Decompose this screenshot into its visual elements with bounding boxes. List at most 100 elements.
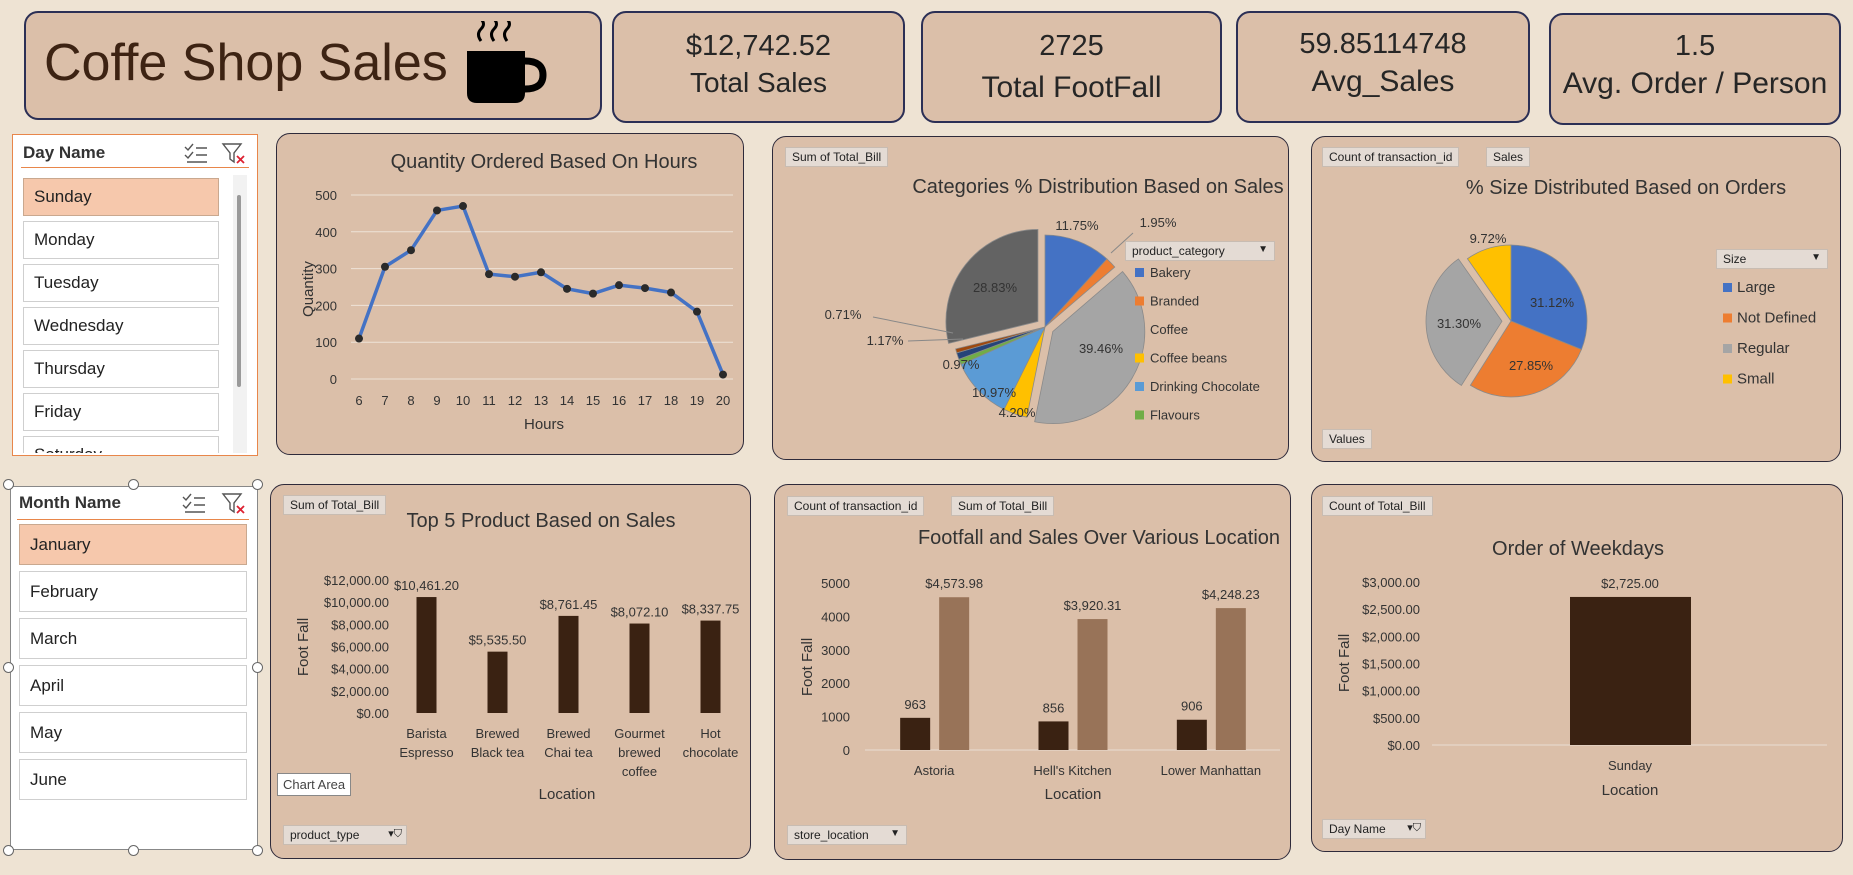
resize-handle[interactable]	[128, 845, 139, 856]
bar-value-label: 906	[1181, 699, 1203, 714]
x-axis-label: Location	[539, 786, 596, 803]
slicer-item-may[interactable]: May	[19, 712, 247, 753]
bar-value-label: $2,725.00	[1601, 576, 1659, 591]
x-tick-label: Brewed	[475, 726, 519, 741]
kpi-total-sales: $12,742.52 Total Sales	[612, 11, 905, 123]
y-tick-label: 400	[315, 225, 337, 240]
slice-label: 0.71%	[825, 307, 862, 322]
x-tick-label: 20	[716, 393, 730, 408]
y-tick-label: 500	[315, 188, 337, 203]
data-point	[563, 284, 571, 293]
bar-value-label: $3,920.31	[1064, 598, 1122, 613]
store-location-filter-button[interactable]: store_location ▼	[787, 825, 907, 845]
y-tick-label: 0	[330, 372, 337, 387]
slice-label: 1.17%	[867, 333, 904, 348]
y-tick-label: $500.00	[1373, 711, 1420, 726]
legend-swatch	[1723, 344, 1732, 353]
y-tick-label: $2,000.00	[331, 684, 389, 699]
slicer-item-january[interactable]: January	[19, 524, 247, 565]
resize-handle[interactable]	[252, 845, 263, 856]
hours-chart-panel[interactable]: Quantity Ordered Based On Hours Hours Qu…	[276, 133, 744, 455]
slicer-item-friday[interactable]: Friday	[23, 393, 219, 431]
x-tick-label: coffee	[622, 764, 657, 779]
slicer-item-monday[interactable]: Monday	[23, 221, 219, 259]
y-tick-label: $10,000.00	[324, 595, 389, 610]
x-tick-label: chocolate	[683, 745, 739, 760]
slicer-item-march[interactable]: March	[19, 618, 247, 659]
y-tick-label: 0	[843, 743, 850, 758]
multi-select-icon[interactable]	[183, 143, 209, 165]
top5-chart-panel[interactable]: Sum of Total_Bill Top 5 Product Based on…	[270, 484, 751, 859]
location-chart-panel[interactable]: Count of transaction_id Sum of Total_Bil…	[774, 484, 1291, 860]
y-tick-label: $2,500.00	[1362, 602, 1420, 617]
slicer-title: Day Name	[23, 143, 106, 162]
location-bar-chart: Footfall and Sales Over Various Location…	[799, 527, 1280, 803]
slicer-item-february[interactable]: February	[19, 571, 247, 612]
slicer-item-tuesday[interactable]: Tuesday	[23, 264, 219, 302]
resize-handle[interactable]	[252, 479, 263, 490]
legend-filter-button[interactable]: Size ▼	[1716, 249, 1828, 269]
size-chart-panel[interactable]: Count of transaction_id Sales Values % S…	[1311, 136, 1841, 462]
slicer-item-wednesday[interactable]: Wednesday	[23, 307, 219, 345]
y-tick-label: $0.00	[356, 706, 389, 721]
clear-filter-icon[interactable]	[221, 142, 247, 166]
legend-label: Not Defined	[1737, 310, 1816, 327]
kpi-label: Total FootFall	[981, 71, 1162, 104]
categories-chart-panel[interactable]: Sum of Total_Bill Categories % Distribut…	[772, 136, 1289, 460]
slicer-items: Sunday Monday Tuesday Wednesday Thursday…	[13, 173, 229, 453]
slicer-item-april[interactable]: April	[19, 665, 247, 706]
slice-label: 31.30%	[1437, 316, 1482, 331]
filter-icon: ▾⛉	[388, 828, 402, 840]
legend-label: Coffee	[1150, 322, 1188, 337]
resize-handle[interactable]	[3, 845, 14, 856]
resize-handle[interactable]	[3, 662, 14, 673]
data-point	[407, 246, 415, 255]
day-name-filter-button[interactable]: Day Name ▾⛉	[1322, 819, 1426, 839]
slicer-item-saturday[interactable]: Saturday	[23, 436, 219, 453]
legend-label: Drinking Chocolate	[1150, 379, 1260, 394]
data-point	[485, 270, 493, 279]
legend-swatch	[1135, 382, 1144, 391]
bar	[1215, 608, 1246, 750]
slicer-item-sunday[interactable]: Sunday	[23, 178, 219, 216]
y-tick-label: 300	[315, 262, 337, 277]
legend-swatch	[1135, 410, 1144, 420]
bar-value-label: 963	[904, 697, 926, 712]
resize-handle[interactable]	[252, 662, 263, 673]
chart-title: Order of Weekdays	[1492, 538, 1664, 560]
data-point	[511, 272, 519, 281]
multi-select-icon[interactable]	[181, 493, 207, 515]
legend-label: Small	[1737, 371, 1775, 388]
data-point	[693, 307, 701, 316]
resize-handle[interactable]	[3, 479, 14, 490]
slicer-item-june[interactable]: June	[19, 759, 247, 800]
y-axis-label: Foot Fall	[799, 638, 816, 696]
legend-swatch	[1723, 313, 1732, 323]
legend-label: Branded	[1150, 294, 1199, 309]
bar	[1176, 719, 1207, 750]
weekdays-chart-panel[interactable]: Count of Total_Bill Order of Weekdays Lo…	[1311, 484, 1843, 852]
bar-value-label: $8,072.10	[611, 605, 669, 620]
x-tick-label: Astoria	[914, 763, 955, 778]
legend-swatch	[1135, 353, 1144, 363]
x-axis-label: Location	[1602, 782, 1659, 799]
slicer-item-thursday[interactable]: Thursday	[23, 350, 219, 388]
chart-title: Top 5 Product Based on Sales	[406, 510, 675, 532]
month-name-slicer[interactable]: Month Name January February March April …	[10, 486, 258, 850]
hours-line-chart: Quantity Ordered Based On Hours Hours Qu…	[300, 151, 733, 433]
y-tick-label: 2000	[821, 676, 850, 691]
slice-label: 27.85%	[1509, 358, 1554, 373]
legend-filter-button[interactable]: product_category ▼	[1125, 241, 1275, 261]
kpi-value: 59.85114748	[1299, 28, 1467, 60]
y-axis-label: Foot Fall	[1336, 634, 1353, 692]
day-name-slicer[interactable]: Day Name Sunday Monday Tuesday Wednesday…	[12, 134, 258, 456]
weekdays-bar-chart: Order of Weekdays Location Foot Fall $0.…	[1336, 538, 1827, 799]
slicer-scrollbar[interactable]	[233, 175, 247, 453]
clear-filter-icon[interactable]	[221, 492, 247, 516]
product-type-filter-button[interactable]: product_type ▾⛉	[283, 825, 407, 845]
slice-label: 31.12%	[1530, 295, 1575, 310]
y-tick-label: $3,000.00	[1362, 575, 1420, 590]
x-tick-label: brewed	[618, 745, 661, 760]
resize-handle[interactable]	[128, 479, 139, 490]
filter-button-label: store_location	[794, 828, 869, 842]
